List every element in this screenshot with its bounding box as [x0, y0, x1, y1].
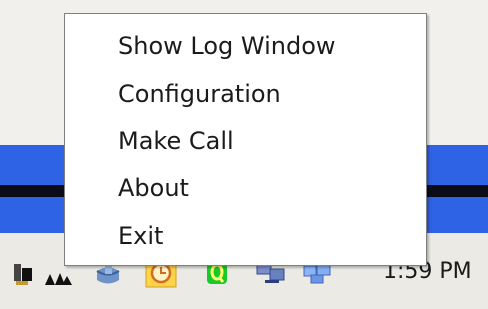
menu-item-show-log-window[interactable]: Show Log Window [118, 32, 336, 60]
menu-item-exit[interactable]: Exit [118, 222, 163, 250]
menu-item-make-call[interactable]: Make Call [118, 127, 234, 155]
menu-item-about[interactable]: About [118, 174, 189, 202]
tray-context-menu: Show Log Window Configuration Make Call … [64, 13, 427, 266]
speaker-icon[interactable] [10, 258, 40, 288]
menu-item-configuration[interactable]: Configuration [118, 80, 281, 108]
